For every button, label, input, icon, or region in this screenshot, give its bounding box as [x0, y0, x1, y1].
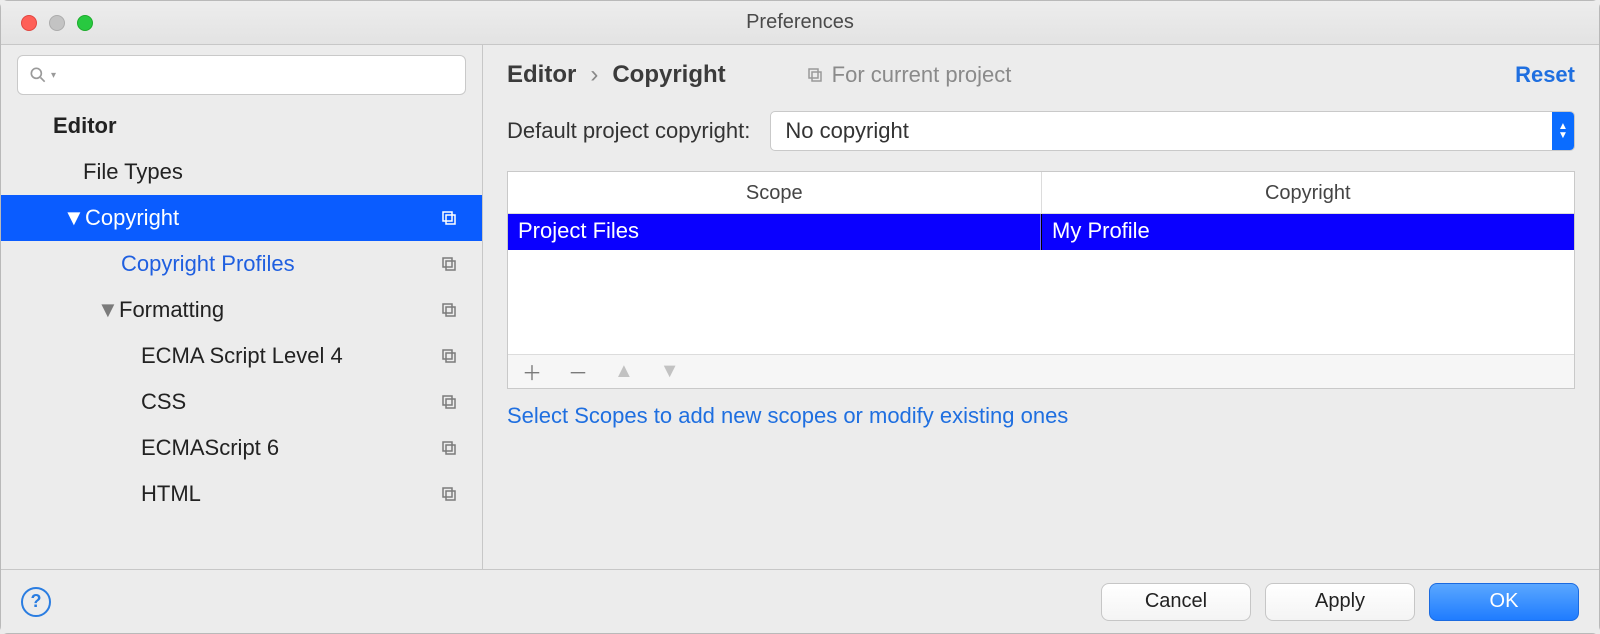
tree-item-formatting[interactable]: ▼ Formatting: [1, 287, 482, 333]
tree-item-label: CSS: [141, 389, 186, 415]
ok-button[interactable]: OK: [1429, 583, 1579, 621]
project-scope-icon: [440, 347, 458, 365]
main-panel: Editor › Copyright For current project R…: [483, 45, 1599, 569]
breadcrumb-root: Editor: [507, 61, 576, 89]
tree-item-label: Formatting: [119, 297, 224, 323]
help-icon: ?: [31, 591, 42, 612]
tree-item-label: Editor: [53, 113, 117, 139]
apply-button[interactable]: Apply: [1265, 583, 1415, 621]
dropdown-caret-icon: ▾: [51, 70, 56, 81]
breadcrumb-current: Copyright: [612, 61, 725, 89]
search-icon: [28, 65, 48, 85]
preferences-sidebar: ▾ Editor File Types ▼ Copyright Copyrigh…: [1, 45, 483, 569]
remove-button[interactable]: －: [568, 357, 588, 386]
tree-item-label: Copyright Profiles: [121, 251, 295, 277]
cell-scope: Project Files: [508, 214, 1041, 250]
table-toolbar: ＋ － ▲ ▼: [508, 354, 1574, 388]
project-scope-icon: [440, 255, 458, 273]
cell-copyright: My Profile: [1041, 214, 1574, 250]
tree-item-html[interactable]: HTML: [1, 471, 482, 517]
chevron-down-icon: ▼: [97, 297, 113, 323]
tree-item-editor[interactable]: Editor: [1, 103, 482, 149]
tree-item-ecmascript6[interactable]: ECMAScript 6: [1, 425, 482, 471]
window-zoom-button[interactable]: [77, 15, 93, 31]
project-scope-icon: [440, 301, 458, 319]
breadcrumb-separator: ›: [590, 61, 598, 89]
project-scope-icon: [440, 485, 458, 503]
table-body: Project Files My Profile: [508, 214, 1574, 354]
tree-item-copyright[interactable]: ▼ Copyright: [1, 195, 482, 241]
column-header-copyright[interactable]: Copyright: [1042, 172, 1575, 213]
default-copyright-label: Default project copyright:: [507, 118, 750, 144]
scope-label: For current project: [832, 62, 1012, 88]
tree-item-label: ECMAScript 6: [141, 435, 279, 461]
project-scope-icon: [440, 393, 458, 411]
titlebar: Preferences: [1, 1, 1599, 45]
select-stepper-icon: ▲▼: [1552, 112, 1574, 150]
select-scopes-link[interactable]: Select Scopes to add new scopes or modif…: [483, 389, 1599, 443]
tree-item-copyright-profiles[interactable]: Copyright Profiles: [1, 241, 482, 287]
help-button[interactable]: ?: [21, 587, 51, 617]
tree-item-label: ECMA Script Level 4: [141, 343, 343, 369]
project-scope-icon: [440, 439, 458, 457]
tree-item-css[interactable]: CSS: [1, 379, 482, 425]
traffic-lights: [1, 15, 93, 31]
breadcrumb: Editor › Copyright: [507, 61, 726, 89]
default-copyright-row: Default project copyright: No copyright …: [483, 105, 1599, 163]
dialog-footer: ? Cancel Apply OK: [1, 569, 1599, 633]
tree-item-label: File Types: [83, 159, 183, 185]
window-title: Preferences: [1, 11, 1599, 34]
default-copyright-select[interactable]: No copyright ▲▼: [770, 111, 1575, 151]
scope-table: Scope Copyright Project Files My Profile…: [507, 171, 1575, 389]
project-scope-icon: [806, 66, 824, 84]
window-minimize-button[interactable]: [49, 15, 65, 31]
column-header-scope[interactable]: Scope: [508, 172, 1042, 213]
cancel-button[interactable]: Cancel: [1101, 583, 1251, 621]
scope-indicator: For current project: [806, 62, 1012, 88]
add-button[interactable]: ＋: [522, 357, 542, 386]
reset-link[interactable]: Reset: [1515, 62, 1575, 88]
tree-item-ecma4[interactable]: ECMA Script Level 4: [1, 333, 482, 379]
tree-item-label: HTML: [141, 481, 201, 507]
chevron-down-icon: ▼: [63, 205, 79, 231]
table-header: Scope Copyright: [508, 172, 1574, 214]
settings-tree: Editor File Types ▼ Copyright Copyright …: [1, 103, 482, 569]
search-field[interactable]: ▾: [17, 55, 466, 95]
move-down-button[interactable]: ▼: [660, 360, 680, 383]
tree-item-file-types[interactable]: File Types: [1, 149, 482, 195]
window-close-button[interactable]: [21, 15, 37, 31]
move-up-button[interactable]: ▲: [614, 360, 634, 383]
table-row[interactable]: Project Files My Profile: [508, 214, 1574, 250]
main-header: Editor › Copyright For current project R…: [483, 45, 1599, 105]
project-scope-icon: [440, 209, 458, 227]
search-input[interactable]: [59, 65, 455, 86]
select-value: No copyright: [785, 118, 909, 144]
tree-item-label: Copyright: [85, 205, 179, 231]
